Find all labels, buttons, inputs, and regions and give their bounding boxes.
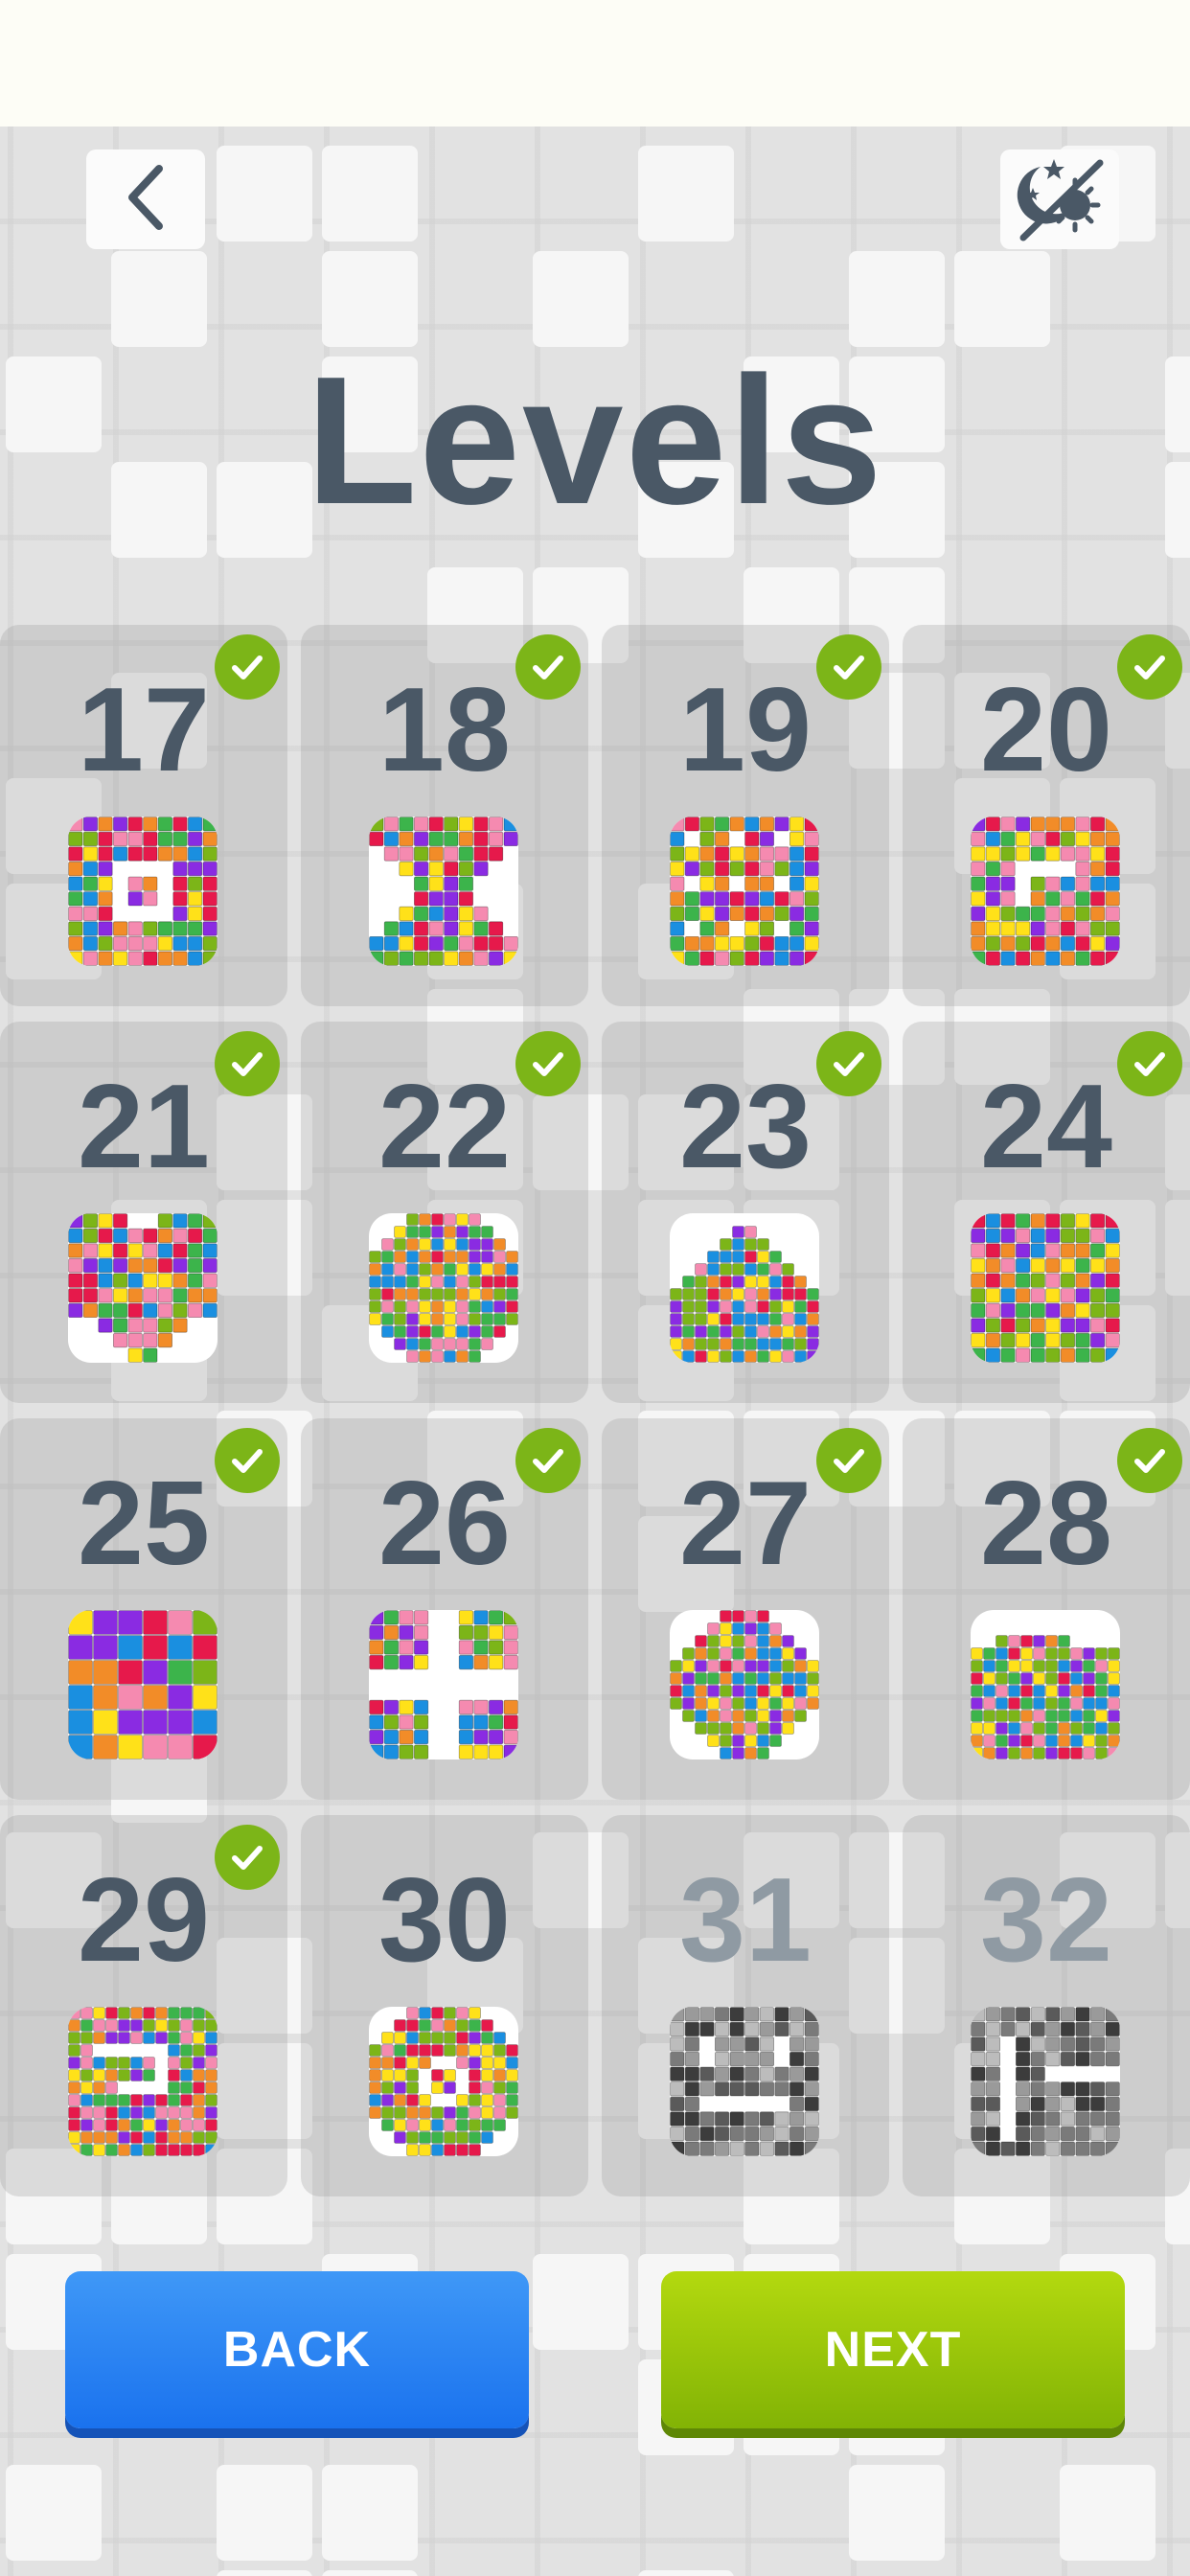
level-card-27[interactable]: 27	[602, 1418, 889, 1800]
checkmark-icon	[515, 1031, 581, 1096]
level-preview-thumbnail	[670, 1610, 819, 1760]
background-tile	[849, 2465, 945, 2561]
checkmark-icon	[215, 1428, 280, 1493]
level-preview-thumbnail	[670, 816, 819, 966]
level-preview-thumbnail	[670, 1213, 819, 1363]
level-card-21[interactable]: 21	[0, 1022, 287, 1403]
back-nav-button[interactable]	[86, 150, 205, 249]
level-card-23[interactable]: 23	[602, 1022, 889, 1403]
level-preview-thumbnail	[369, 2007, 518, 2156]
background-tile	[111, 251, 207, 347]
level-number: 31	[679, 1854, 812, 1987]
level-card-19[interactable]: 19	[602, 625, 889, 1006]
background-tile	[1060, 2465, 1156, 2561]
level-card-25[interactable]: 25	[0, 1418, 287, 1800]
level-number: 32	[980, 1854, 1112, 1987]
checkmark-icon	[215, 634, 280, 700]
level-preview-thumbnail	[670, 2007, 819, 2156]
background-tile	[217, 2465, 312, 2561]
level-card-31: 31	[602, 1815, 889, 2196]
level-preview-thumbnail	[68, 2007, 217, 2156]
checkmark-icon	[816, 634, 881, 700]
checkmark-icon	[816, 1428, 881, 1493]
level-preview-thumbnail	[971, 2007, 1120, 2156]
level-preview-thumbnail	[971, 1213, 1120, 1363]
level-number: 30	[378, 1854, 511, 1987]
checkmark-icon	[1117, 634, 1182, 700]
background-tile	[322, 251, 418, 347]
theme-toggle-icon	[1012, 150, 1108, 250]
checkmark-icon	[1117, 1428, 1182, 1493]
background-tile	[322, 2570, 418, 2576]
level-preview-thumbnail	[369, 1213, 518, 1363]
level-preview-thumbnail	[369, 1610, 518, 1760]
level-card-24[interactable]: 24	[903, 1022, 1190, 1403]
chevron-left-icon	[117, 159, 174, 241]
checkmark-icon	[515, 1428, 581, 1493]
level-preview-thumbnail	[68, 1610, 217, 1760]
checkmark-icon	[215, 1031, 280, 1096]
background-tile	[6, 2465, 102, 2561]
level-preview-thumbnail	[369, 816, 518, 966]
level-preview-thumbnail	[68, 1213, 217, 1363]
checkmark-icon	[816, 1031, 881, 1096]
level-card-30[interactable]: 30	[301, 1815, 588, 2196]
checkmark-icon	[215, 1825, 280, 1890]
checkmark-icon	[1117, 1031, 1182, 1096]
background-tile	[849, 251, 945, 347]
background-tile	[533, 251, 629, 347]
background-tile	[322, 2465, 418, 2561]
level-preview-thumbnail	[68, 816, 217, 966]
background-tile	[638, 146, 734, 242]
level-card-32: 32	[903, 1815, 1190, 2196]
level-preview-thumbnail	[971, 816, 1120, 966]
background-tile	[533, 2254, 629, 2350]
theme-toggle-button[interactable]	[1000, 150, 1119, 249]
level-card-18[interactable]: 18	[301, 625, 588, 1006]
page-title: Levels	[306, 339, 884, 542]
background-tile	[217, 146, 312, 242]
next-button[interactable]: NEXT	[661, 2271, 1125, 2428]
status-bar	[0, 0, 1190, 126]
level-preview-thumbnail	[971, 1610, 1120, 1760]
level-card-29[interactable]: 29	[0, 1815, 287, 2196]
background-tile	[954, 251, 1050, 347]
level-card-20[interactable]: 20	[903, 625, 1190, 1006]
level-card-28[interactable]: 28	[903, 1418, 1190, 1800]
level-card-22[interactable]: 22	[301, 1022, 588, 1403]
back-button[interactable]: BACK	[65, 2271, 529, 2428]
level-card-26[interactable]: 26	[301, 1418, 588, 1800]
background-tile	[322, 146, 418, 242]
background-tile	[217, 2570, 312, 2576]
level-card-17[interactable]: 17	[0, 625, 287, 1006]
checkmark-icon	[515, 634, 581, 700]
background-tile	[638, 2570, 734, 2576]
